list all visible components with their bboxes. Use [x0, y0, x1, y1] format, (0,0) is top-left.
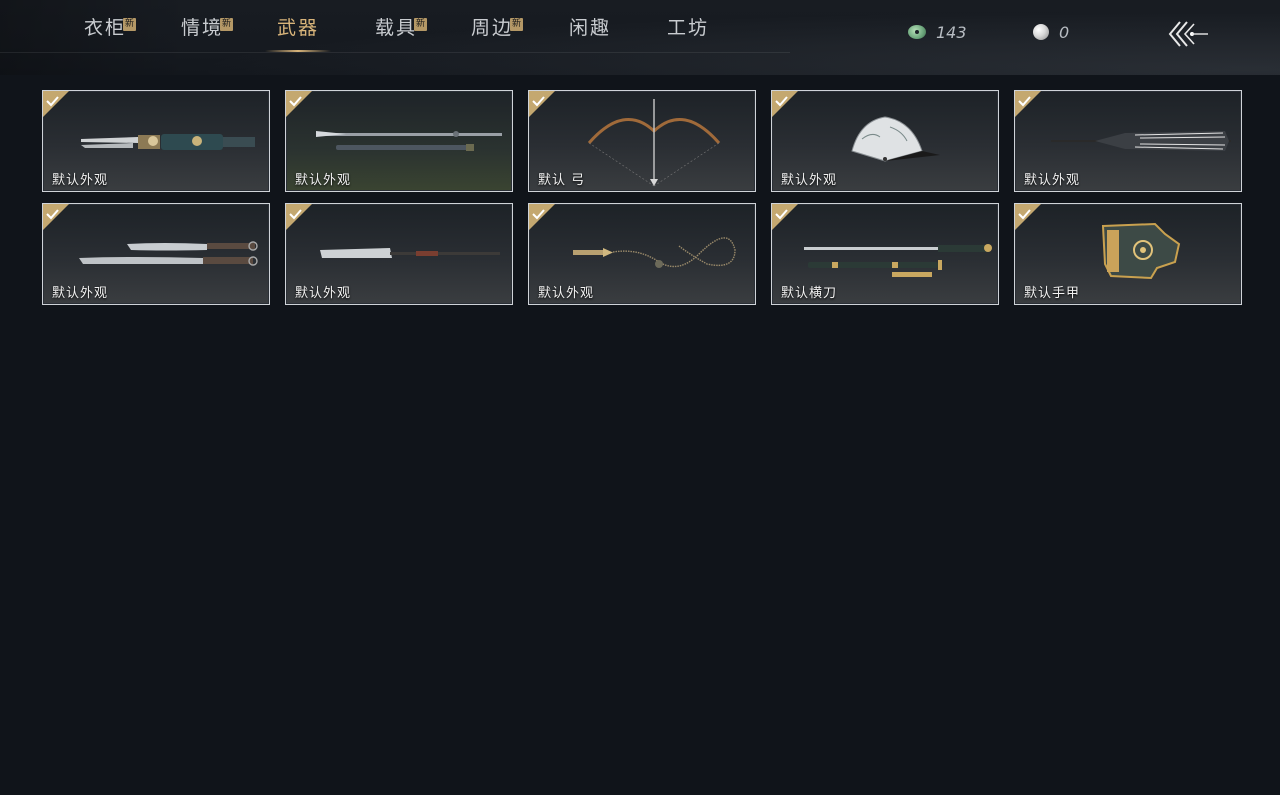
equipped-check-icon	[772, 91, 798, 117]
item-label: 默认手甲	[1024, 286, 1081, 301]
item-card-dual-blades[interactable]: 默认外观	[42, 90, 270, 192]
equipped-check-icon	[286, 204, 312, 230]
equipped-check-icon	[529, 204, 555, 230]
item-card-rope-dart[interactable]: 默认外观	[528, 203, 756, 305]
item-label: 默认横刀	[781, 286, 838, 301]
item-card-fan[interactable]: 默认外观	[771, 90, 999, 192]
equipped-check-icon	[529, 91, 555, 117]
item-card-glaive[interactable]: 默认外观	[285, 203, 513, 305]
equipped-check-icon	[286, 91, 312, 117]
item-label: 默认外观	[295, 286, 352, 301]
item-label: 默认外观	[295, 173, 352, 188]
item-label: 默认外观	[52, 173, 109, 188]
equipped-check-icon	[43, 91, 69, 117]
item-card-umbrella[interactable]: 默认外观	[1014, 90, 1242, 192]
item-card-hengdao[interactable]: 默认横刀	[771, 203, 999, 305]
item-label: 默认外观	[538, 286, 595, 301]
equipped-check-icon	[1015, 204, 1041, 230]
item-label: 默认 弓	[538, 173, 586, 188]
item-card-spear[interactable]: 默认外观	[285, 90, 513, 192]
equipped-check-icon	[43, 204, 69, 230]
item-card-bow[interactable]: 默认 弓	[528, 90, 756, 192]
item-label: 默认外观	[781, 173, 838, 188]
item-card-gauntlet[interactable]: 默认手甲	[1014, 203, 1242, 305]
item-label: 默认外观	[1024, 173, 1081, 188]
item-card-twin-sabres[interactable]: 默认外观	[42, 203, 270, 305]
weapon-grid: 默认外观 默认外观 默认 弓 默认外观 默认外观 默认外观 默认外观 默认外观 …	[0, 0, 1280, 795]
item-label: 默认外观	[52, 286, 109, 301]
equipped-check-icon	[772, 204, 798, 230]
equipped-check-icon	[1015, 91, 1041, 117]
